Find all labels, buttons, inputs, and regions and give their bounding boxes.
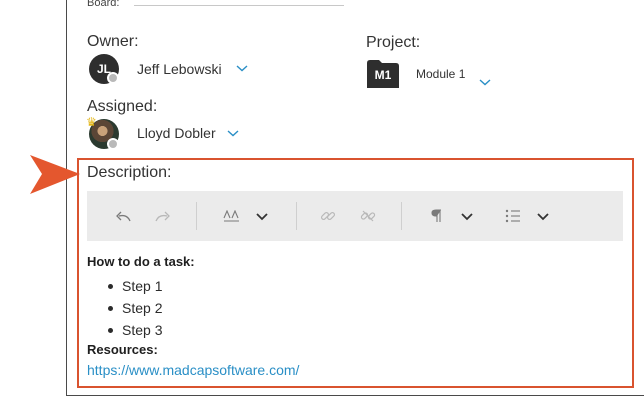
project-name: Module 1 [416, 67, 466, 81]
crown-icon: ♛ [86, 115, 97, 129]
board-label: Board: [87, 0, 120, 9]
list-dropdown[interactable] [530, 191, 556, 241]
callout-arrow-icon [30, 155, 80, 194]
chevron-down-icon [461, 212, 473, 220]
list-item: Step 1 [106, 275, 162, 297]
assigned-label: Assigned: [87, 98, 158, 115]
font-size-dropdown[interactable] [249, 191, 275, 241]
chevron-down-icon [537, 212, 549, 220]
resource-link[interactable]: https://www.madcapsoftware.com/ [87, 362, 299, 378]
description-heading: How to do a task: [87, 254, 195, 269]
assigned-chevron-down-icon[interactable] [226, 129, 240, 138]
project-label: Project: [366, 34, 421, 51]
project-chevron-down-icon[interactable] [478, 78, 492, 87]
font-size-icon [223, 210, 239, 222]
rich-text-toolbar [87, 191, 623, 241]
step-list: Step 1 Step 2 Step 3 [106, 275, 162, 341]
toolbar-separator [296, 202, 297, 230]
paragraph-button[interactable] [424, 191, 450, 241]
link-icon [320, 211, 336, 221]
board-field-underline [134, 5, 344, 6]
toolbar-separator [401, 202, 402, 230]
description-label: Description: [87, 164, 172, 181]
list-icon [505, 209, 520, 223]
unlink-icon [360, 210, 376, 222]
undo-button[interactable] [109, 191, 137, 241]
redo-button[interactable] [149, 191, 177, 241]
resources-label: Resources: [87, 342, 158, 357]
chevron-down-icon [256, 212, 268, 220]
link-button[interactable] [315, 191, 341, 241]
toolbar-separator [196, 202, 197, 230]
list-item: Step 2 [106, 297, 162, 319]
assigned-name: Lloyd Dobler [137, 125, 216, 141]
unlink-button[interactable] [355, 191, 381, 241]
paragraph-icon [431, 209, 441, 222]
redo-icon [155, 211, 170, 222]
owner-status-dot [107, 72, 119, 84]
font-size-button[interactable] [219, 191, 245, 241]
list-item: Step 3 [106, 319, 162, 341]
undo-icon [116, 211, 131, 222]
owner-label: Owner: [87, 33, 139, 50]
project-code: M1 [374, 68, 392, 82]
assigned-status-dot [107, 138, 119, 150]
paragraph-dropdown[interactable] [454, 191, 480, 241]
list-button[interactable] [500, 191, 526, 241]
owner-name: Jeff Lebowski [137, 61, 222, 77]
owner-chevron-down-icon[interactable] [235, 64, 249, 73]
